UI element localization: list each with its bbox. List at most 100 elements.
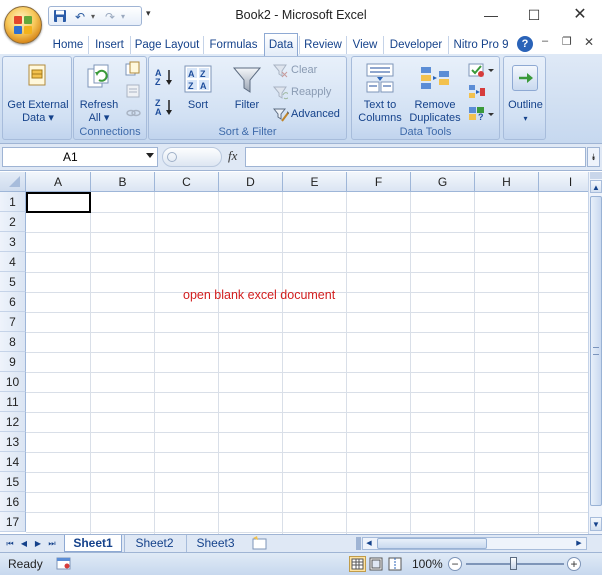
tab-nitro-pro[interactable]: Nitro Pro 9 (448, 36, 513, 55)
name-box-dropdown-icon[interactable] (146, 153, 154, 158)
scroll-down-icon[interactable]: ▼ (590, 517, 602, 531)
gridline (90, 192, 91, 534)
row-header-9[interactable]: 9 (0, 352, 26, 372)
tab-view[interactable]: View (346, 36, 383, 55)
sort-descending-icon[interactable]: ZA (154, 97, 176, 117)
row-header-6[interactable]: 6 (0, 292, 26, 312)
tab-developer[interactable]: Developer (383, 36, 448, 55)
column-header-h[interactable]: H (475, 172, 539, 192)
tab-split-handle[interactable] (356, 537, 361, 550)
macro-recording-icon[interactable] (56, 556, 72, 571)
column-header-d[interactable]: D (219, 172, 283, 192)
connections-icon[interactable] (125, 61, 141, 77)
sort-filter-group-label: Sort & Filter (218, 126, 277, 138)
row-header-14[interactable]: 14 (0, 452, 26, 472)
svg-text:Z: Z (155, 77, 161, 87)
column-header-g[interactable]: G (411, 172, 475, 192)
column-header-i[interactable]: I (539, 172, 588, 192)
sheet-tab-sheet1[interactable]: Sheet1 (64, 535, 122, 552)
gridline (26, 312, 588, 313)
clear-button[interactable]: Clear (271, 63, 343, 79)
office-button[interactable] (4, 6, 42, 44)
refresh-all-button[interactable]: Refresh All ▾ (75, 61, 123, 127)
workbook-close-icon[interactable]: ✕ (584, 35, 594, 49)
ribbon-restore-icon[interactable]: ❐ (562, 35, 572, 48)
page-layout-view-icon[interactable] (368, 556, 385, 572)
row-header-12[interactable]: 12 (0, 412, 26, 432)
page-break-preview-icon[interactable] (387, 556, 404, 572)
row-header-17[interactable]: 17 (0, 512, 26, 532)
zoom-out-icon[interactable]: − (448, 557, 462, 571)
column-header-e[interactable]: E (283, 172, 347, 192)
tab-review[interactable]: Review (299, 36, 346, 55)
row-header-7[interactable]: 7 (0, 312, 26, 332)
name-box[interactable]: A1 (2, 147, 158, 167)
tab-formulas[interactable]: Formulas (203, 36, 263, 55)
row-header-13[interactable]: 13 (0, 432, 26, 452)
what-if-analysis-icon[interactable]: ? (468, 106, 496, 122)
column-header-f[interactable]: F (347, 172, 411, 192)
refresh-line2: All ▾ (88, 112, 110, 124)
help-icon[interactable]: ? (517, 36, 533, 52)
select-all-corner[interactable] (0, 172, 26, 192)
consolidate-icon[interactable] (468, 84, 486, 100)
horizontal-scrollbar[interactable]: ◀ ▶ (362, 537, 587, 550)
insert-sheet-icon[interactable] (250, 536, 270, 551)
normal-view-icon[interactable] (349, 556, 366, 572)
outline-button[interactable]: Outline ▾ (504, 61, 547, 133)
sheet-tab-sheet3[interactable]: Sheet3 (186, 535, 244, 552)
zoom-in-icon[interactable]: + (567, 557, 581, 571)
column-header-b[interactable]: B (91, 172, 155, 192)
tab-home[interactable]: Home (48, 36, 88, 55)
zoom-level[interactable]: 100% (412, 557, 443, 571)
reapply-button[interactable]: Reapply (271, 85, 343, 101)
row-header-11[interactable]: 11 (0, 392, 26, 412)
svg-text:?: ? (478, 112, 484, 122)
remove-duplicates-button[interactable]: Remove Duplicates (406, 61, 464, 127)
text-to-columns-button[interactable]: Text to Columns (354, 61, 406, 127)
sheet-tab-sheet2[interactable]: Sheet2 (124, 535, 184, 552)
row-header-5[interactable]: 5 (0, 272, 26, 292)
scroll-left-icon[interactable]: ◀ (363, 538, 375, 549)
sort-ascending-icon[interactable]: AZ (154, 67, 176, 87)
last-sheet-icon[interactable]: ⏭ (46, 537, 58, 550)
split-box[interactable] (590, 172, 602, 179)
row-header-1[interactable]: 1 (0, 192, 26, 212)
data-validation-icon[interactable] (468, 62, 496, 78)
ribbon-minimize-icon[interactable]: – (542, 35, 548, 47)
next-sheet-icon[interactable]: ▶ (32, 537, 44, 550)
get-external-data-button[interactable]: Get External Data ▾ (3, 61, 73, 127)
row-header-2[interactable]: 2 (0, 212, 26, 232)
row-header-3[interactable]: 3 (0, 232, 26, 252)
tab-page-layout[interactable]: Page Layout (130, 36, 203, 55)
first-sheet-icon[interactable]: ⏮ (4, 537, 16, 550)
prev-sheet-icon[interactable]: ◀ (18, 537, 30, 550)
group-connections: Refresh All ▾ Connections (73, 56, 147, 140)
formula-tools: fx (160, 147, 244, 167)
insert-function-button[interactable]: fx (228, 148, 237, 164)
tab-insert[interactable]: Insert (88, 36, 130, 55)
tab-data[interactable]: Data (264, 33, 298, 56)
scroll-up-icon[interactable]: ▲ (590, 180, 602, 193)
scroll-thumb[interactable] (590, 196, 602, 506)
active-cell-a1[interactable] (26, 192, 91, 213)
maximize-button[interactable]: ☐ (519, 4, 549, 26)
row-header-10[interactable]: 10 (0, 372, 26, 392)
formula-input[interactable] (245, 147, 586, 167)
minimize-button[interactable]: — (476, 4, 506, 26)
horizontal-scroll-thumb[interactable] (377, 538, 487, 549)
close-button[interactable]: ✕ (565, 4, 595, 26)
column-header-c[interactable]: C (155, 172, 219, 192)
row-header-15[interactable]: 15 (0, 472, 26, 492)
zoom-slider-thumb[interactable] (510, 557, 517, 570)
vertical-scrollbar[interactable]: ▲ ▼ (588, 172, 602, 534)
filter-button[interactable]: Filter (227, 61, 267, 127)
advanced-button[interactable]: Advanced (271, 107, 346, 123)
row-header-8[interactable]: 8 (0, 332, 26, 352)
sort-button[interactable]: AZZA Sort (179, 61, 217, 127)
row-header-4[interactable]: 4 (0, 252, 26, 272)
column-header-a[interactable]: A (26, 172, 91, 192)
formula-bar-expand-icon[interactable]: ⯯ (587, 147, 600, 167)
row-header-16[interactable]: 16 (0, 492, 26, 512)
scroll-right-icon[interactable]: ▶ (573, 538, 585, 549)
